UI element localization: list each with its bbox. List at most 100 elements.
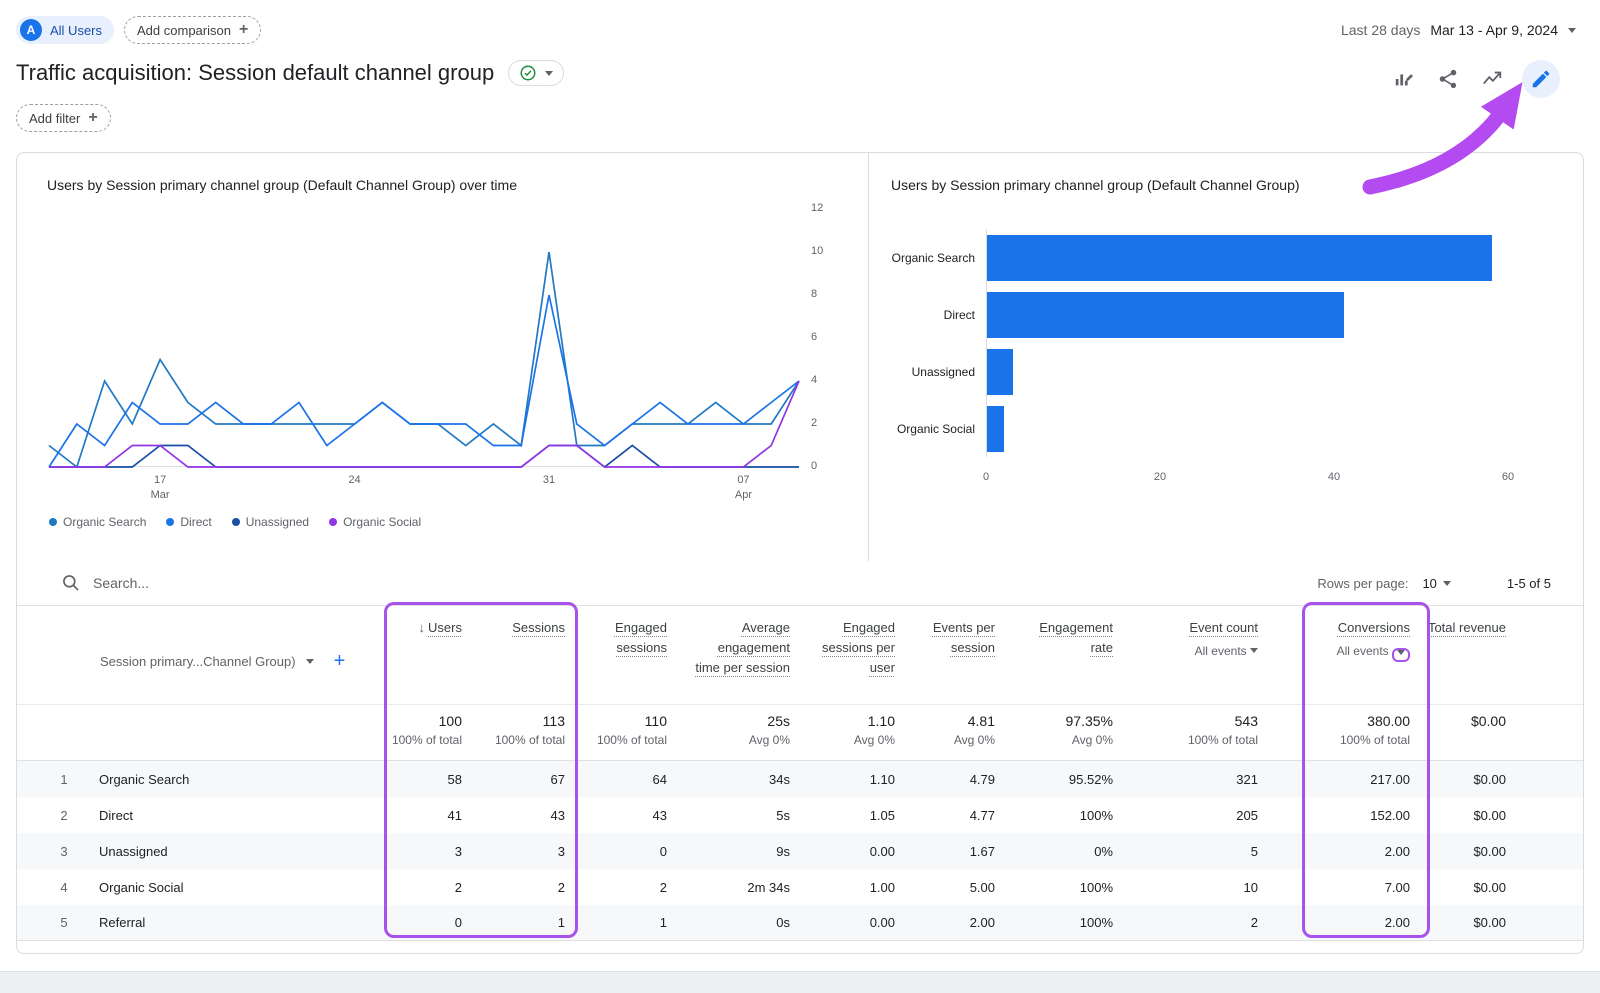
add-filter-label: Add filter bbox=[29, 111, 80, 126]
bar-chart-axis: 0204060 bbox=[986, 471, 1508, 489]
column-header[interactable]: Sessions bbox=[462, 606, 565, 704]
column-header[interactable]: Average engagement time per session bbox=[667, 606, 790, 704]
add-dimension-button[interactable]: + bbox=[334, 650, 346, 673]
metric-cell: 9s bbox=[667, 844, 790, 859]
y-axis-tick: 12 bbox=[811, 202, 823, 214]
metric-cell: $0.00 bbox=[1410, 915, 1583, 930]
x-axis-tick: 20 bbox=[1154, 471, 1166, 483]
bottom-scroll-strip[interactable] bbox=[0, 971, 1600, 993]
bar-row: Direct bbox=[987, 286, 1508, 343]
bar-chart-rows: Organic SearchDirectUnassignedOrganic So… bbox=[986, 229, 1508, 457]
line-chart-plot: 024681012 bbox=[49, 209, 799, 467]
highlighted-dropdown[interactable] bbox=[1392, 648, 1410, 662]
column-header[interactable]: Event countAll events bbox=[1113, 606, 1258, 704]
plus-icon: + bbox=[239, 21, 248, 39]
chevron-down-icon bbox=[545, 71, 553, 76]
date-range-value: Mar 13 - Apr 9, 2024 bbox=[1430, 22, 1558, 38]
charts-section: Users by Session primary channel group (… bbox=[17, 153, 1583, 561]
x-axis-tick: 24 bbox=[348, 473, 360, 488]
legend-item: Direct bbox=[166, 515, 211, 529]
date-range-type: Last 28 days bbox=[1341, 22, 1420, 38]
column-header[interactable]: ↓Users bbox=[347, 606, 462, 704]
share-button[interactable] bbox=[1434, 65, 1462, 93]
metric-cell: 34s bbox=[667, 772, 790, 787]
table-body: 1Organic Search58676434s1.104.7995.52%32… bbox=[17, 761, 1583, 941]
metric-cell: 0s bbox=[667, 915, 790, 930]
metric-cell: 95.52% bbox=[995, 772, 1113, 787]
legend-item: Unassigned bbox=[232, 515, 309, 529]
metric-cell: $0.00 bbox=[1410, 808, 1583, 823]
chevron-down-icon[interactable] bbox=[1443, 581, 1451, 586]
totals-cell: 380.00100% of total bbox=[1258, 705, 1410, 760]
line-series bbox=[49, 446, 799, 468]
metric-cell: 10 bbox=[1113, 880, 1258, 895]
dimension-column-header[interactable]: Session primary...Channel Group) + bbox=[17, 606, 347, 704]
table-row: 5Referral0110s0.002.00100%22.00$0.00 bbox=[17, 905, 1583, 941]
totals-cell: 97.35%Avg 0% bbox=[995, 705, 1113, 760]
row-number: 2 bbox=[49, 808, 79, 823]
column-header[interactable]: Engaged sessions bbox=[565, 606, 667, 704]
table-row: 3Unassigned3309s0.001.670%52.00$0.00 bbox=[17, 833, 1583, 869]
column-header[interactable]: Engaged sessions per user bbox=[790, 606, 895, 704]
column-header[interactable]: Events per session bbox=[895, 606, 995, 704]
customize-report-button[interactable] bbox=[1390, 65, 1418, 93]
metric-cell: 100% bbox=[995, 880, 1113, 895]
metric-cell: 43 bbox=[565, 808, 667, 823]
x-axis-tick: 17Mar bbox=[151, 473, 170, 504]
metric-cell: 1 bbox=[565, 915, 667, 930]
sort-descending-icon: ↓ bbox=[419, 620, 426, 635]
metric-cell: 0 bbox=[565, 844, 667, 859]
totals-cell: 543100% of total bbox=[1113, 705, 1258, 760]
metric-cell: $0.00 bbox=[1410, 880, 1583, 895]
channel-name: Organic Social bbox=[99, 880, 184, 895]
totals-cell: $0.00 bbox=[1410, 705, 1583, 760]
chevron-down-icon[interactable] bbox=[1250, 648, 1258, 653]
table-totals-row: 100100% of total113100% of total110100% … bbox=[17, 705, 1583, 761]
y-axis-tick: 6 bbox=[811, 331, 817, 343]
pencil-icon bbox=[1530, 68, 1552, 90]
column-header[interactable]: ConversionsAll events bbox=[1258, 606, 1410, 704]
metric-cell: 2.00 bbox=[1258, 844, 1410, 859]
edit-report-button[interactable] bbox=[1522, 60, 1560, 98]
search-input[interactable] bbox=[93, 575, 413, 591]
filter-row: Add filter + bbox=[0, 96, 1600, 130]
pagination-range: 1-5 of 5 bbox=[1507, 576, 1551, 591]
y-axis-tick: 8 bbox=[811, 288, 817, 300]
add-filter-button[interactable]: Add filter + bbox=[16, 104, 111, 132]
table-header-row: Session primary...Channel Group) + ↓User… bbox=[17, 605, 1583, 705]
line-chart-panel: Users by Session primary channel group (… bbox=[17, 153, 869, 561]
all-users-label: All Users bbox=[50, 23, 102, 38]
column-header[interactable]: Total revenue bbox=[1410, 606, 1583, 704]
totals-cell: 110100% of total bbox=[565, 705, 667, 760]
row-number: 1 bbox=[49, 772, 79, 787]
column-header[interactable]: Engagement rate bbox=[995, 606, 1113, 704]
metric-cell: 67 bbox=[462, 772, 565, 787]
add-comparison-label: Add comparison bbox=[137, 23, 231, 38]
insights-button[interactable] bbox=[1478, 65, 1506, 93]
rows-per-page-value[interactable]: 10 bbox=[1422, 576, 1436, 591]
y-axis-tick: 10 bbox=[811, 245, 823, 257]
row-number: 5 bbox=[49, 915, 79, 930]
metric-cell: 217.00 bbox=[1258, 772, 1410, 787]
metric-cell: 205 bbox=[1113, 808, 1258, 823]
data-quality-badge[interactable] bbox=[508, 60, 564, 86]
all-users-chip[interactable]: A All Users bbox=[16, 16, 114, 44]
add-comparison-button[interactable]: Add comparison + bbox=[124, 16, 261, 44]
totals-cell: 100100% of total bbox=[347, 705, 462, 760]
metric-cell: 2 bbox=[347, 880, 462, 895]
metric-cell: 1.10 bbox=[790, 772, 895, 787]
metric-cell: 2 bbox=[1113, 915, 1258, 930]
totals-cell: 4.81Avg 0% bbox=[895, 705, 995, 760]
bar-chart-title: Users by Session primary channel group (… bbox=[891, 177, 1583, 193]
line-chart-xlabels: 17Mar243107Apr bbox=[49, 467, 799, 501]
chevron-down-icon[interactable] bbox=[306, 659, 314, 664]
bar bbox=[987, 349, 1013, 395]
metric-cell: 1.00 bbox=[790, 880, 895, 895]
channel-name: Unassigned bbox=[99, 844, 168, 859]
bar-row: Organic Social bbox=[987, 400, 1508, 457]
dimension-header-label: Session primary...Channel Group) bbox=[100, 654, 296, 669]
date-range-picker[interactable]: Last 28 days Mar 13 - Apr 9, 2024 bbox=[1341, 22, 1576, 38]
metric-cell: 2 bbox=[565, 880, 667, 895]
metric-cell: 2.00 bbox=[895, 915, 995, 930]
table-row: 2Direct4143435s1.054.77100%205152.00$0.0… bbox=[17, 797, 1583, 833]
